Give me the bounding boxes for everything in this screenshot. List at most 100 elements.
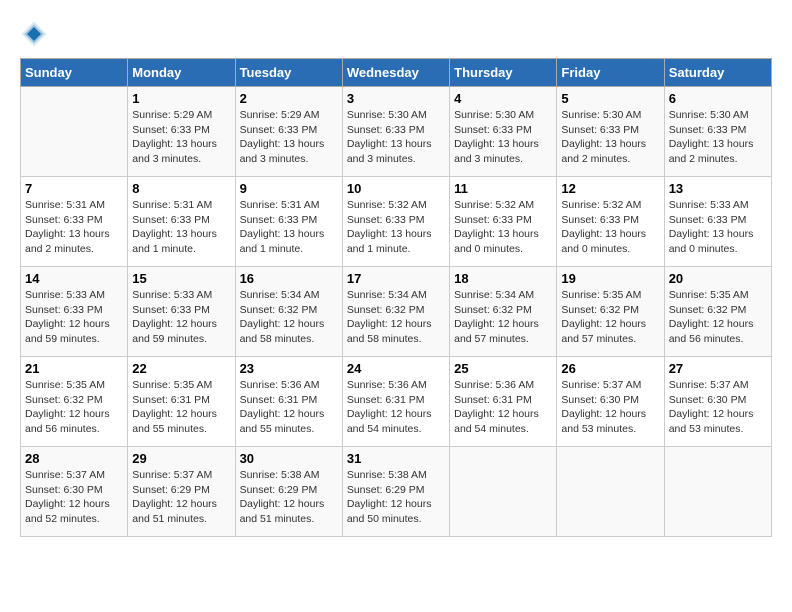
calendar-cell — [664, 447, 771, 537]
calendar-cell — [21, 87, 128, 177]
day-info: Sunrise: 5:31 AM Sunset: 6:33 PM Dayligh… — [132, 198, 230, 257]
calendar-cell: 14Sunrise: 5:33 AM Sunset: 6:33 PM Dayli… — [21, 267, 128, 357]
day-info: Sunrise: 5:36 AM Sunset: 6:31 PM Dayligh… — [454, 378, 552, 437]
day-number: 31 — [347, 451, 445, 466]
day-number: 12 — [561, 181, 659, 196]
day-number: 24 — [347, 361, 445, 376]
header-sunday: Sunday — [21, 59, 128, 87]
day-info: Sunrise: 5:29 AM Sunset: 6:33 PM Dayligh… — [240, 108, 338, 167]
calendar-cell: 26 Sunrise: 5:37 AM Sunset: 6:30 PM Dayli… — [557, 357, 664, 447]
day-number: 23 — [240, 361, 338, 376]
calendar-cell: 12 Sunrise: 5:32 AM Sunset: 6:33 PM Dayli… — [557, 177, 664, 267]
calendar-cell — [450, 447, 557, 537]
day-info: Sunrise: 5:32 AM Sunset: 6:33 PM Dayligh… — [454, 198, 552, 257]
day-number: 19 — [561, 271, 659, 286]
calendar-cell: 16 Sunrise: 5:34 AM Sunset: 6:32 PM Dayli… — [235, 267, 342, 357]
day-info: Sunrise: 5:29 AM Sunset: 6:33 PM Dayligh… — [132, 108, 230, 167]
day-number: 1 — [132, 91, 230, 106]
day-number: 3 — [347, 91, 445, 106]
day-info: Sunrise: 5:32 AM Sunset: 6:33 PM Dayligh… — [347, 198, 445, 257]
day-info: Sunrise: 5:34 AM Sunset: 6:32 PM Dayligh… — [240, 288, 338, 347]
day-info: Sunrise: 5:37 AM Sunset: 6:29 PM Dayligh… — [132, 468, 230, 527]
calendar-cell: 4Sunrise: 5:30 AM Sunset: 6:33 PM Daylig… — [450, 87, 557, 177]
logo — [20, 20, 52, 48]
calendar-table: SundayMondayTuesdayWednesdayThursdayFrid… — [20, 58, 772, 537]
day-number: 13 — [669, 181, 767, 196]
day-number: 20 — [669, 271, 767, 286]
day-info: Sunrise: 5:32 AM Sunset: 6:33 PM Dayligh… — [561, 198, 659, 257]
day-number: 25 — [454, 361, 552, 376]
day-info: Sunrise: 5:30 AM Sunset: 6:33 PM Dayligh… — [561, 108, 659, 167]
calendar-cell: 28 Sunrise: 5:37 AM Sunset: 6:30 PM Dayli… — [21, 447, 128, 537]
day-number: 28 — [25, 451, 123, 466]
day-info: Sunrise: 5:35 AM Sunset: 6:31 PM Dayligh… — [132, 378, 230, 437]
day-number: 30 — [240, 451, 338, 466]
calendar-cell: 6Sunrise: 5:30 AM Sunset: 6:33 PM Daylig… — [664, 87, 771, 177]
day-info: Sunrise: 5:38 AM Sunset: 6:29 PM Dayligh… — [240, 468, 338, 527]
day-number: 6 — [669, 91, 767, 106]
header-monday: Monday — [128, 59, 235, 87]
day-number: 14 — [25, 271, 123, 286]
calendar-cell: 9 Sunrise: 5:31 AM Sunset: 6:33 PM Daylig… — [235, 177, 342, 267]
calendar-cell: 7 Sunrise: 5:31 AM Sunset: 6:33 PM Daylig… — [21, 177, 128, 267]
day-info: Sunrise: 5:33 AM Sunset: 6:33 PM Dayligh… — [132, 288, 230, 347]
day-info: Sunrise: 5:30 AM Sunset: 6:33 PM Dayligh… — [347, 108, 445, 167]
calendar-cell: 5 Sunrise: 5:30 AM Sunset: 6:33 PM Daylig… — [557, 87, 664, 177]
week-row-4: 21 Sunrise: 5:35 AM Sunset: 6:32 PM Dayli… — [21, 357, 772, 447]
day-number: 10 — [347, 181, 445, 196]
day-number: 15 — [132, 271, 230, 286]
day-info: Sunrise: 5:37 AM Sunset: 6:30 PM Dayligh… — [669, 378, 767, 437]
day-number: 2 — [240, 91, 338, 106]
day-number: 26 — [561, 361, 659, 376]
day-number: 22 — [132, 361, 230, 376]
calendar-cell — [557, 447, 664, 537]
day-info: Sunrise: 5:37 AM Sunset: 6:30 PM Dayligh… — [25, 468, 123, 527]
day-number: 21 — [25, 361, 123, 376]
day-number: 29 — [132, 451, 230, 466]
day-number: 7 — [25, 181, 123, 196]
calendar-cell: 11 Sunrise: 5:32 AM Sunset: 6:33 PM Dayli… — [450, 177, 557, 267]
calendar-header-row: SundayMondayTuesdayWednesdayThursdayFrid… — [21, 59, 772, 87]
day-number: 9 — [240, 181, 338, 196]
week-row-1: 1 Sunrise: 5:29 AM Sunset: 6:33 PM Daylig… — [21, 87, 772, 177]
day-info: Sunrise: 5:35 AM Sunset: 6:32 PM Dayligh… — [561, 288, 659, 347]
day-number: 16 — [240, 271, 338, 286]
week-row-5: 28 Sunrise: 5:37 AM Sunset: 6:30 PM Dayli… — [21, 447, 772, 537]
calendar-cell: 19 Sunrise: 5:35 AM Sunset: 6:32 PM Dayli… — [557, 267, 664, 357]
header-friday: Friday — [557, 59, 664, 87]
day-info: Sunrise: 5:31 AM Sunset: 6:33 PM Dayligh… — [25, 198, 123, 257]
day-number: 27 — [669, 361, 767, 376]
header-tuesday: Tuesday — [235, 59, 342, 87]
calendar-cell: 23Sunrise: 5:36 AM Sunset: 6:31 PM Dayli… — [235, 357, 342, 447]
calendar-cell: 27 Sunrise: 5:37 AM Sunset: 6:30 PM Dayli… — [664, 357, 771, 447]
day-info: Sunrise: 5:30 AM Sunset: 6:33 PM Dayligh… — [454, 108, 552, 167]
calendar-cell: 2 Sunrise: 5:29 AM Sunset: 6:33 PM Daylig… — [235, 87, 342, 177]
calendar-cell: 30 Sunrise: 5:38 AM Sunset: 6:29 PM Dayli… — [235, 447, 342, 537]
calendar-cell: 31 Sunrise: 5:38 AM Sunset: 6:29 PM Dayli… — [342, 447, 449, 537]
day-number: 5 — [561, 91, 659, 106]
day-info: Sunrise: 5:34 AM Sunset: 6:32 PM Dayligh… — [454, 288, 552, 347]
day-number: 17 — [347, 271, 445, 286]
day-info: Sunrise: 5:34 AM Sunset: 6:32 PM Dayligh… — [347, 288, 445, 347]
calendar-cell: 29 Sunrise: 5:37 AM Sunset: 6:29 PM Dayli… — [128, 447, 235, 537]
day-number: 18 — [454, 271, 552, 286]
day-info: Sunrise: 5:35 AM Sunset: 6:32 PM Dayligh… — [25, 378, 123, 437]
calendar-cell: 3 Sunrise: 5:30 AM Sunset: 6:33 PM Daylig… — [342, 87, 449, 177]
header-wednesday: Wednesday — [342, 59, 449, 87]
calendar-cell: 1 Sunrise: 5:29 AM Sunset: 6:33 PM Daylig… — [128, 87, 235, 177]
day-info: Sunrise: 5:38 AM Sunset: 6:29 PM Dayligh… — [347, 468, 445, 527]
day-number: 11 — [454, 181, 552, 196]
calendar-cell: 18 Sunrise: 5:34 AM Sunset: 6:32 PM Dayli… — [450, 267, 557, 357]
calendar-cell: 15 Sunrise: 5:33 AM Sunset: 6:33 PM Dayli… — [128, 267, 235, 357]
week-row-2: 7 Sunrise: 5:31 AM Sunset: 6:33 PM Daylig… — [21, 177, 772, 267]
day-info: Sunrise: 5:36 AM Sunset: 6:31 PM Dayligh… — [347, 378, 445, 437]
day-info: Sunrise: 5:37 AM Sunset: 6:30 PM Dayligh… — [561, 378, 659, 437]
calendar-cell: 13Sunrise: 5:33 AM Sunset: 6:33 PM Dayli… — [664, 177, 771, 267]
logo-icon — [20, 20, 48, 48]
day-info: Sunrise: 5:31 AM Sunset: 6:33 PM Dayligh… — [240, 198, 338, 257]
header-thursday: Thursday — [450, 59, 557, 87]
calendar-cell: 25 Sunrise: 5:36 AM Sunset: 6:31 PM Dayli… — [450, 357, 557, 447]
calendar-cell: 20Sunrise: 5:35 AM Sunset: 6:32 PM Dayli… — [664, 267, 771, 357]
header-saturday: Saturday — [664, 59, 771, 87]
calendar-cell: 24 Sunrise: 5:36 AM Sunset: 6:31 PM Dayli… — [342, 357, 449, 447]
